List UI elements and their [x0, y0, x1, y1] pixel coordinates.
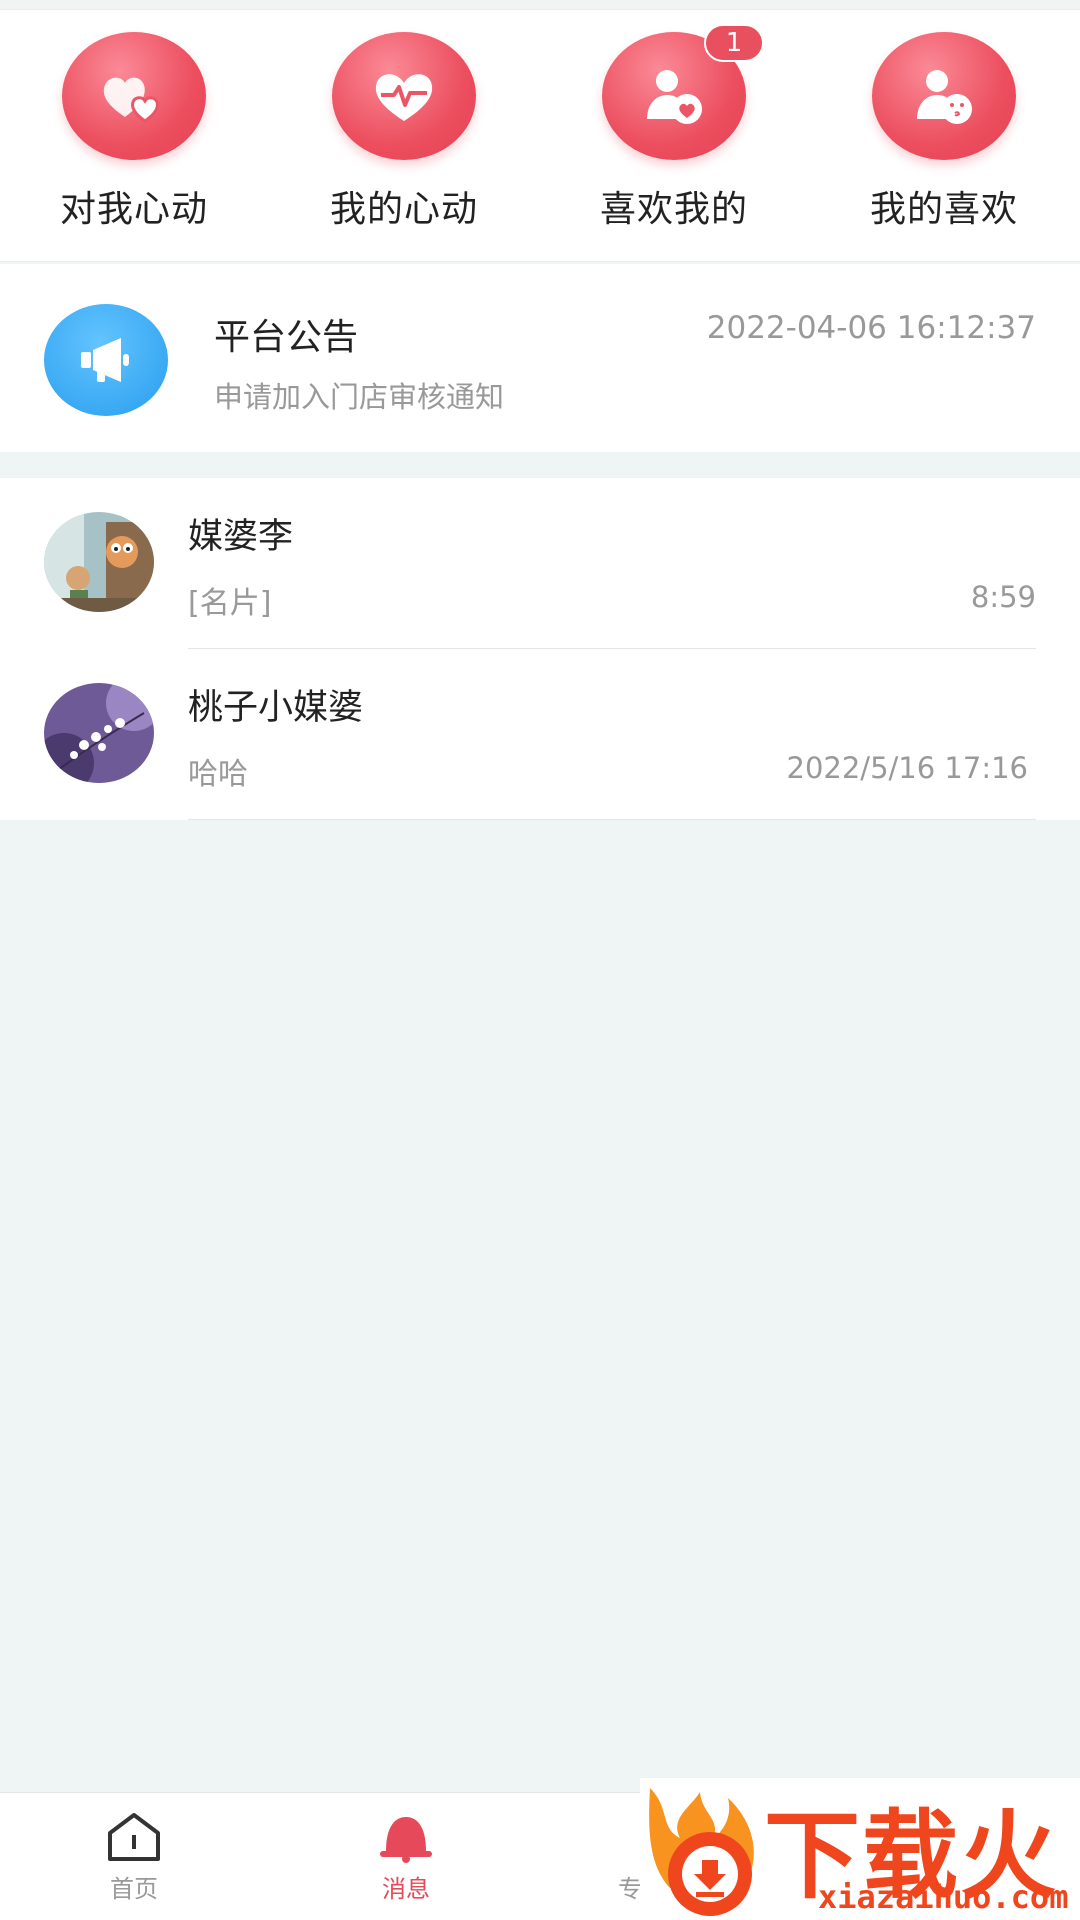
- bell-icon: [380, 1817, 432, 1863]
- tab-label: 消息: [382, 1875, 430, 1903]
- user-kiss-icon: [872, 32, 1016, 160]
- quick-action-bar: 对我心动 我的心动 1 喜欢我的 我的喜欢: [0, 10, 1080, 262]
- notice-time: 2022-04-06 16:12:37: [706, 310, 1036, 346]
- platform-notice-row[interactable]: 平台公告 2022-04-06 16:12:37 申请加入门店审核通知: [0, 264, 1080, 452]
- tab-home[interactable]: 首页: [64, 1811, 204, 1904]
- user-heart-icon: 1: [602, 24, 764, 160]
- chat-name: 媒婆李: [188, 517, 294, 557]
- notification-badge: 1: [704, 24, 764, 62]
- tab-label: 首页: [110, 1875, 158, 1903]
- chat-list: 媒婆李 [名片] 8:59 桃子小媒婆 哈哈 2022/5/16 17:16: [0, 478, 1080, 820]
- chat-preview: [名片]: [188, 586, 272, 621]
- chat-row[interactable]: 桃子小媒婆 哈哈 2022/5/16 17:16: [0, 649, 1080, 820]
- chat-time: 2022/5/16 17:16: [786, 751, 1029, 785]
- quick-action-my-likes[interactable]: 我的喜欢: [844, 32, 1044, 242]
- hearts-icon: [62, 32, 206, 160]
- top-separator: [0, 0, 1080, 10]
- notice-subtitle: 申请加入门店审核通知: [214, 380, 505, 414]
- divider: [188, 819, 1036, 820]
- tab-label: 专: [618, 1875, 642, 1903]
- watermark-logo-icon: [649, 1788, 754, 1916]
- watermark-url: xiazaihuo.com: [818, 1878, 1069, 1916]
- heartbeat-icon: [332, 32, 476, 160]
- quick-action-label: 对我心动: [59, 189, 208, 230]
- quick-action-my-crush[interactable]: 我的心动: [304, 32, 504, 242]
- chat-row[interactable]: 媒婆李 [名片] 8:59: [0, 478, 1080, 649]
- chat-time: 8:59: [970, 580, 1036, 614]
- chat-preview: 哈哈: [188, 757, 248, 792]
- home-icon: [108, 1813, 160, 1861]
- quick-action-label: 我的心动: [329, 189, 478, 230]
- chat-name: 桃子小媒婆: [188, 688, 364, 728]
- notice-title: 平台公告: [214, 317, 359, 358]
- tab-messages[interactable]: 消息: [336, 1811, 476, 1904]
- avatar: [44, 512, 154, 612]
- watermark: 下载火 xiazaihuo.com: [640, 1778, 1080, 1920]
- quick-action-label: 喜欢我的: [599, 189, 748, 230]
- megaphone-icon: [44, 304, 168, 416]
- quick-action-label: 我的喜欢: [869, 189, 1018, 230]
- avatar: [44, 683, 154, 783]
- quick-action-liked-me[interactable]: 对我心动: [34, 32, 234, 242]
- quick-action-likes-me[interactable]: 1 喜欢我的: [574, 24, 774, 242]
